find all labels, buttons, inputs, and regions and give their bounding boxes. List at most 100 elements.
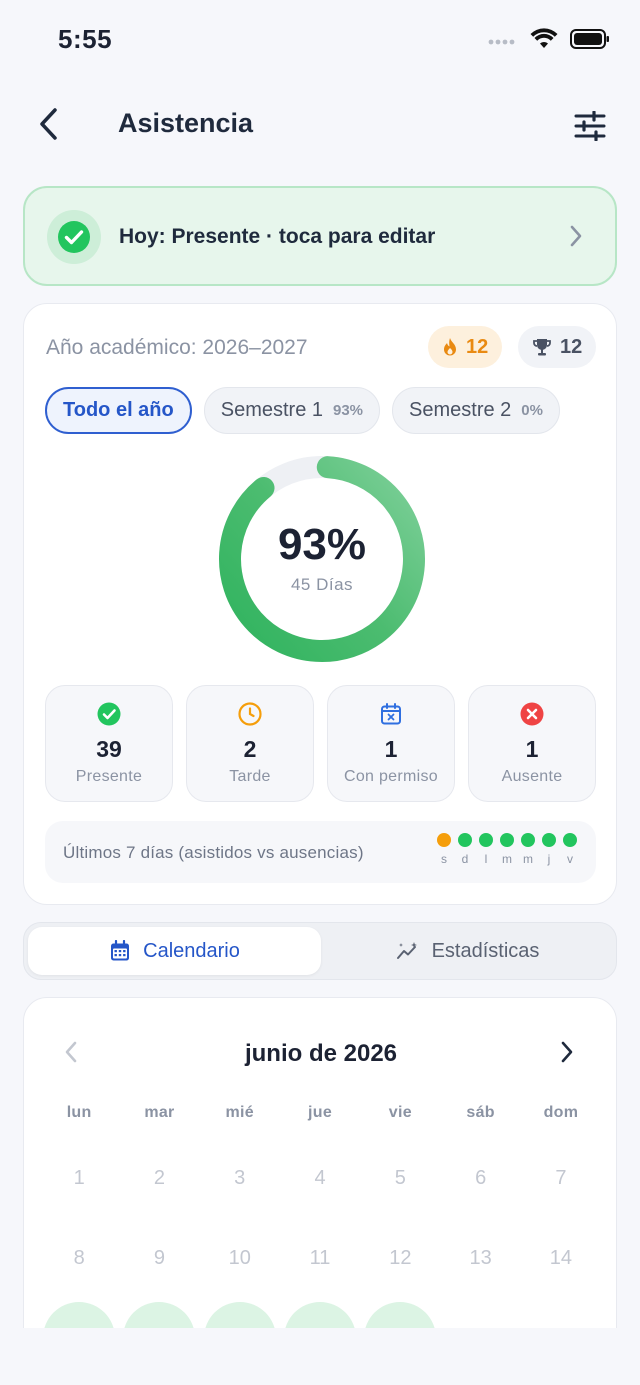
day-letter: s — [441, 852, 447, 866]
period-pill-semester-2[interactable]: Semestre 2 0% — [392, 387, 560, 434]
stats-row: 39 Presente 2 Tarde 1 Con permiso 1 Ause… — [45, 685, 596, 802]
calendar-day[interactable]: 1 — [39, 1138, 119, 1218]
calendar-month-title: junio de 2026 — [244, 1040, 398, 1067]
calendar-day[interactable]: 8 — [39, 1218, 119, 1298]
back-button[interactable] — [28, 104, 68, 144]
calendar-day[interactable]: 2 — [119, 1138, 199, 1218]
filter-button[interactable] — [568, 104, 612, 148]
calendar-day[interactable]: 7 — [521, 1138, 601, 1218]
last-7-days-dots: sdlmmjv — [437, 833, 577, 865]
calendar-day-number: 4 — [314, 1166, 326, 1189]
calendar-day[interactable]: 5 — [360, 1138, 440, 1218]
calendar-day-number: 2 — [153, 1166, 165, 1189]
calendar-day-number: 14 — [549, 1246, 573, 1269]
calendar-day[interactable]: 4 — [280, 1138, 360, 1218]
day-letter: m — [502, 852, 512, 866]
calendar-card: junio de 2026 lun mar mié jue vie sáb dom 1234… — [23, 997, 617, 1385]
calendar-day[interactable]: 12 — [360, 1218, 440, 1298]
stat-label: Tarde — [229, 768, 271, 785]
day-indicator: l — [479, 833, 493, 865]
tab-statistics[interactable]: Estadísticas — [321, 927, 614, 975]
period-pill-semester-1[interactable]: Semestre 1 93% — [203, 387, 381, 434]
stat-tile-present[interactable]: 39 Presente — [45, 685, 173, 802]
view-tabs: Calendario Estadísticas — [23, 922, 617, 980]
calendar-day[interactable]: 11 — [280, 1218, 360, 1298]
tab-label: Calendario — [143, 939, 240, 962]
chevron-right-icon — [561, 1041, 573, 1063]
attendance-days: 45 Días — [290, 575, 354, 594]
stat-tile-absent[interactable]: 1 Ausente — [468, 685, 596, 802]
calendar-day-number: 5 — [394, 1166, 406, 1189]
stat-value: 39 — [96, 736, 122, 762]
flame-icon — [444, 338, 456, 356]
day-indicator: s — [437, 833, 451, 865]
stat-label: Presente — [75, 768, 143, 785]
day-indicator: m — [500, 833, 514, 865]
period-pill-all-year[interactable]: Todo el año — [45, 387, 192, 434]
clock-icon — [238, 702, 262, 726]
status-icons — [488, 28, 610, 55]
best-streak-value: 12 — [560, 335, 583, 358]
calendar-weekdays: lun mar mié jue vie sáb dom — [39, 1104, 601, 1122]
page-title: Asistencia — [118, 108, 254, 138]
day-dot — [437, 833, 451, 847]
day-dot — [563, 833, 577, 847]
today-status-banner[interactable]: Hoy: Presente · toca para editar — [23, 186, 617, 286]
tab-calendar[interactable]: Calendario — [28, 927, 321, 975]
calendar-day-number: 1 — [73, 1166, 85, 1189]
best-streak-badge[interactable]: 12 — [518, 326, 597, 368]
calendar-day-number: 9 — [153, 1246, 165, 1269]
stat-value: 1 — [384, 736, 398, 762]
signal-icon — [488, 33, 518, 51]
period-pill-percent: 93% — [333, 402, 364, 419]
weekday-label: mié — [225, 1104, 254, 1121]
day-indicator: d — [458, 833, 472, 865]
period-selector: Todo el año Semestre 1 93% Semestre 2 0% — [45, 387, 560, 434]
stat-tile-late[interactable]: 2 Tarde — [186, 685, 314, 802]
check-circle-icon — [97, 702, 121, 726]
day-letter: j — [547, 852, 551, 866]
calendar-day-number: 12 — [389, 1246, 412, 1269]
stat-label: Ausente — [501, 768, 563, 785]
day-letter: v — [567, 852, 573, 866]
x-circle-icon — [520, 702, 544, 726]
status-bar: 5:55 — [0, 0, 640, 82]
day-letter: d — [461, 852, 469, 866]
weekday-label: jue — [308, 1104, 333, 1121]
day-indicator: v — [563, 833, 577, 865]
streak-value: 12 — [466, 335, 489, 358]
day-dot — [458, 833, 472, 847]
calendar-day-number: 8 — [73, 1246, 85, 1269]
calendar-day[interactable]: 14 — [521, 1218, 601, 1298]
day-letter: m — [523, 852, 533, 866]
calendar-day[interactable]: 13 — [440, 1218, 520, 1298]
attendance-summary-card: Año académico: 2026–2027 12 12 Todo el a… — [23, 303, 617, 905]
attendance-donut-chart: 93% 45 Días — [217, 454, 427, 664]
weekday-label: vie — [388, 1104, 412, 1121]
chevron-right-icon — [569, 224, 583, 253]
period-pill-percent: 0% — [521, 402, 543, 419]
weekday-label: dom — [543, 1104, 579, 1121]
calendar-day-number: 11 — [309, 1246, 331, 1269]
calendar-day[interactable]: 10 — [200, 1218, 280, 1298]
day-indicator: j — [542, 833, 556, 865]
next-month-button[interactable] — [560, 1040, 574, 1069]
calendar-day-number: 3 — [234, 1166, 246, 1189]
calendar-day[interactable]: 9 — [119, 1218, 199, 1298]
weekday-label: lun — [66, 1104, 92, 1121]
calendar-x-icon — [381, 703, 401, 725]
trophy-icon — [533, 339, 551, 356]
today-check-badge — [47, 210, 101, 264]
streak-badge[interactable]: 12 — [428, 326, 503, 368]
calendar-day[interactable]: 6 — [440, 1138, 520, 1218]
status-time: 5:55 — [58, 24, 113, 54]
stat-tile-excused[interactable]: 1 Con permiso — [327, 685, 455, 802]
period-pill-label: Semestre 1 — [220, 399, 323, 421]
period-pill-label: Semestre 2 — [409, 399, 512, 421]
bottom-safe-area — [0, 1328, 640, 1385]
trend-sparkle-icon — [396, 942, 417, 959]
calendar-day[interactable]: 3 — [200, 1138, 280, 1218]
day-letter: l — [484, 852, 488, 866]
day-dot — [521, 833, 535, 847]
weekday-label: mar — [144, 1104, 175, 1121]
